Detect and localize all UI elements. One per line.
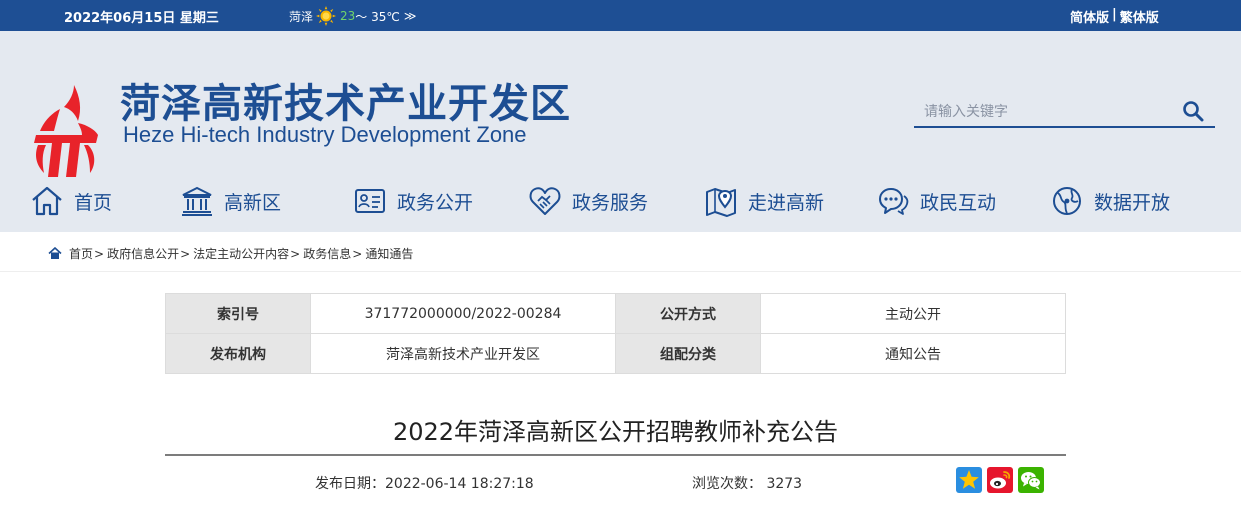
nav-item-about-zone[interactable]: 走进高新 <box>704 181 824 221</box>
document-info-table: 索引号 371772000000/2022-00284 公开方式 主动公开 发布… <box>165 293 1066 374</box>
publish-date-value: 2022-06-14 18:27:18 <box>385 476 534 492</box>
title-divider <box>165 454 1066 456</box>
disclosure-method-label: 公开方式 <box>615 293 761 334</box>
site-title-cn: 菏泽高新技术产业开发区 <box>120 82 571 126</box>
disclosure-method-value: 主动公开 <box>760 293 1066 334</box>
breadcrumb-item-gov-info[interactable]: 政府信息公开 <box>107 245 179 262</box>
site-header: 菏泽高新技术产业开发区 Heze Hi-tech Industry Develo… <box>0 31 1241 232</box>
publish-date: 发布日期：2022-06-14 18:27:18 <box>315 473 534 493</box>
id-card-icon <box>355 189 385 213</box>
map-pin-icon <box>706 188 736 217</box>
language-switch: 简体版 | 繁体版 <box>1070 7 1159 26</box>
publisher-value: 菏泽高新技术产业开发区 <box>310 333 616 374</box>
breadcrumb-separator: > <box>290 246 301 261</box>
breadcrumb-item-home[interactable]: 首页 <box>69 245 93 262</box>
breadcrumb-item-affairs-info[interactable]: 政务信息 <box>303 245 351 262</box>
home-icon <box>32 186 62 216</box>
nav-label: 政务服务 <box>572 191 649 214</box>
view-count: 浏览次数： 3273 <box>692 473 802 493</box>
article-title: 2022年菏泽高新区公开招聘教师补充公告 <box>392 418 839 446</box>
search-input[interactable] <box>924 100 1164 124</box>
nav-item-interaction[interactable]: 政民互动 <box>876 181 996 221</box>
breadcrumb-separator: > <box>94 246 105 261</box>
handshake-heart-icon <box>529 187 561 215</box>
nav-label: 首页 <box>74 191 113 214</box>
index-number-value: 371772000000/2022-00284 <box>310 293 616 334</box>
nav-item-home[interactable]: 首页 <box>30 181 112 221</box>
breadcrumb-separator: > <box>352 246 363 261</box>
nav-label: 政民互动 <box>920 191 997 214</box>
nav-item-gov-services[interactable]: 政务服务 <box>528 181 648 221</box>
view-count-value: 3273 <box>766 476 803 492</box>
globe-icon <box>1053 187 1081 215</box>
breadcrumb-item-notices[interactable]: 通知通告 <box>365 245 413 262</box>
category-value: 通知公告 <box>760 333 1066 374</box>
weather-low-temp: 23 <box>340 9 356 23</box>
search-icon[interactable] <box>1181 99 1205 123</box>
simplified-chinese-link[interactable]: 简体版 <box>1070 7 1109 26</box>
weather-city: 菏泽 <box>289 9 314 24</box>
qzone-star-icon[interactable] <box>956 467 982 493</box>
category-label: 组配分类 <box>615 333 761 374</box>
nav-item-open-data[interactable]: 数据开放 <box>1050 181 1170 221</box>
sun-icon <box>316 6 337 26</box>
breadcrumb-item-statutory[interactable]: 法定主动公开内容 <box>193 245 289 262</box>
traditional-chinese-link[interactable]: 繁体版 <box>1120 7 1159 26</box>
weibo-icon[interactable] <box>987 467 1013 493</box>
zone-logo-icon[interactable] <box>30 83 104 179</box>
breadcrumb: 首页 > 政府信息公开 > 法定主动公开内容 > 政务信息 > 通知通告 <box>0 232 1241 272</box>
current-date: 2022年06月15日 星期三 <box>64 11 219 26</box>
nav-label: 高新区 <box>224 191 282 214</box>
wechat-icon[interactable] <box>1018 467 1044 493</box>
publisher-label: 发布机构 <box>165 333 311 374</box>
nav-label: 走进高新 <box>748 191 825 214</box>
main-nav: 首页 高新区 政务公开 政务服务 走进高新 政民互动 数据开放 <box>0 181 1241 221</box>
site-title-en: Heze Hi-tech Industry Development Zone <box>123 122 527 147</box>
nav-label: 数据开放 <box>1094 191 1171 214</box>
chat-icon <box>879 188 909 215</box>
top-bar: 2022年06月15日 星期三 菏泽 23 ～ 35℃ ≫ 简体版 | 繁体版 <box>0 0 1241 31</box>
table-row: 索引号 371772000000/2022-00284 公开方式 主动公开 <box>165 293 1066 334</box>
publish-date-label: 发布日期： <box>315 476 385 492</box>
building-icon <box>182 186 212 216</box>
breadcrumb-separator: > <box>180 246 191 261</box>
nav-item-gov-affairs-open[interactable]: 政务公开 <box>353 181 473 221</box>
weather-more-icon[interactable]: ≫ <box>404 9 417 23</box>
weather-high-temp: ～ 35℃ <box>355 9 400 24</box>
nav-item-zone[interactable]: 高新区 <box>180 181 281 221</box>
view-count-label: 浏览次数： <box>692 476 762 492</box>
search-box <box>914 95 1215 128</box>
index-number-label: 索引号 <box>165 293 311 334</box>
table-row: 发布机构 菏泽高新技术产业开发区 组配分类 通知公告 <box>165 333 1066 374</box>
language-separator: | <box>1112 7 1117 22</box>
home-icon <box>48 247 62 259</box>
weather-widget[interactable]: 菏泽 23 ～ 35℃ ≫ <box>289 6 416 26</box>
nav-label: 政务公开 <box>397 191 474 214</box>
